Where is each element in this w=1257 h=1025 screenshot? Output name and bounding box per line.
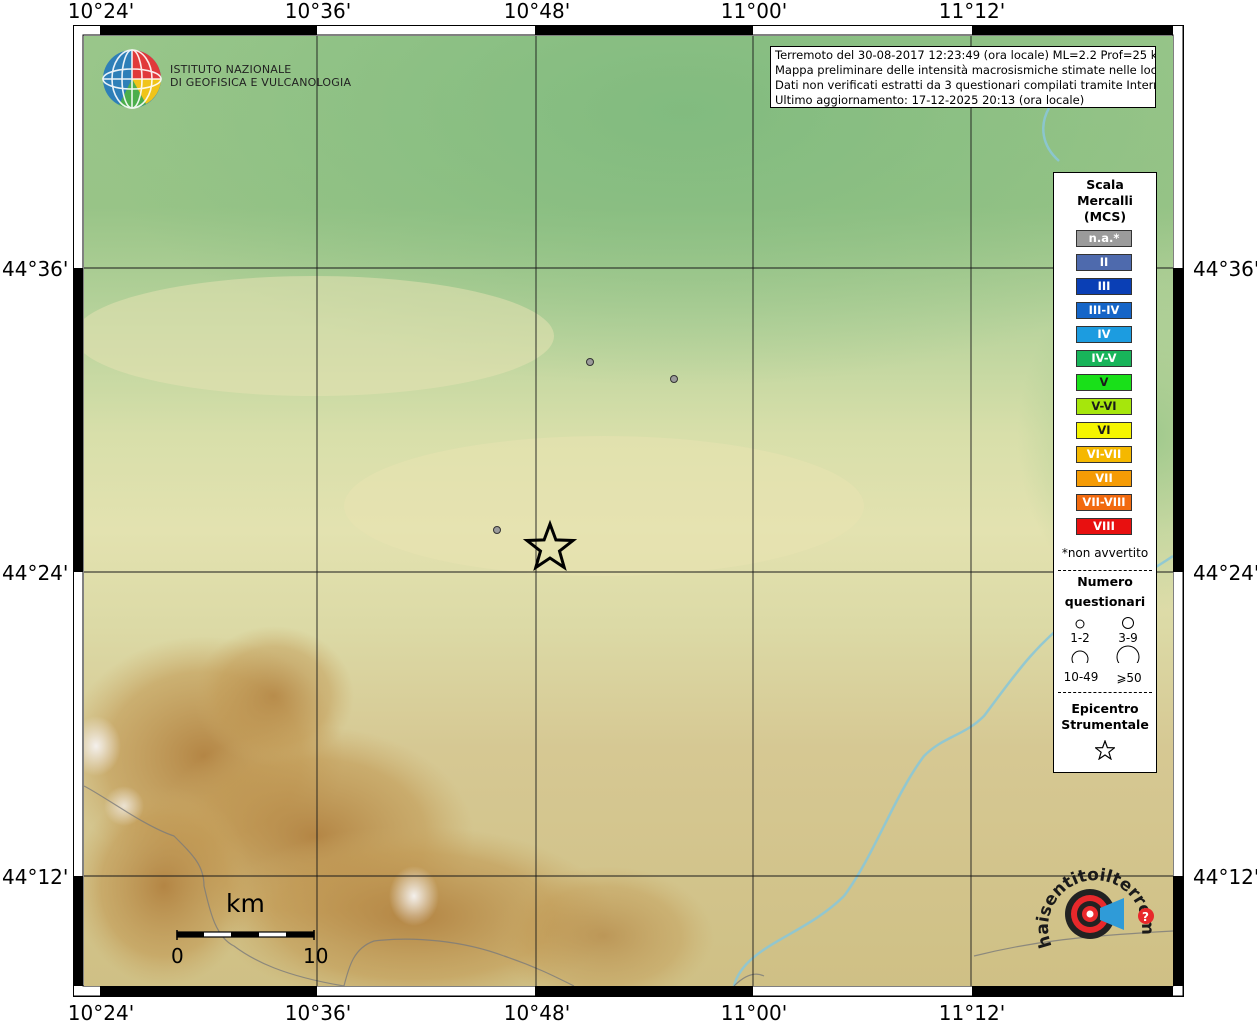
legend-swatch-9: VI — [1076, 422, 1132, 439]
legend-epicenter-1: Epicentro — [1071, 701, 1139, 716]
count-label-1: 1-2 — [1070, 631, 1090, 645]
info-line-3: Dati non verificati estratti da 3 questi… — [775, 78, 1156, 92]
ingv-line-1: ISTITUTO NAZIONALE — [170, 63, 292, 76]
coord-bottom-4: 11°00' — [720, 1001, 788, 1025]
legend-title-1: Scala — [1086, 177, 1124, 192]
scale-min: 0 — [171, 944, 184, 968]
coord-bottom-1: 10°24' — [67, 1001, 135, 1025]
terrain-layer — [84, 36, 1173, 986]
coord-top-3: 10°48' — [503, 0, 571, 23]
info-line-1: Terremoto del 30-08-2017 12:23:49 (ora l… — [775, 48, 1156, 62]
legend-swatch-10: VI-VII — [1076, 446, 1132, 463]
coord-right-1: 44°36' — [1193, 257, 1257, 281]
legend-swatch-5: IV — [1076, 326, 1132, 343]
info-line-2: Mappa preliminare delle intensità macros… — [775, 63, 1156, 77]
legend-swatch-6: IV-V — [1076, 350, 1132, 367]
observation-point-2[interactable] — [670, 375, 678, 383]
legend-swatch-7: V — [1076, 374, 1132, 391]
legend-not-felt: *non avvertito — [1061, 546, 1149, 560]
scale-bar: km 0 10 — [160, 888, 350, 978]
coord-bottom-2: 10°36' — [284, 1001, 352, 1025]
coord-top-2: 10°36' — [284, 0, 352, 23]
coord-top-4: 11°00' — [720, 0, 788, 23]
count-circle-xlarge-icon — [1116, 645, 1140, 663]
legend-swatch-2: II — [1076, 254, 1132, 271]
scale-bar-graphic — [176, 930, 315, 940]
coord-right-3: 44°12' — [1193, 865, 1257, 889]
legend-swatch-8: V-VI — [1076, 398, 1132, 415]
mcs-legend: Scala Mercalli (MCS) n.a.* II III III-IV IV I… — [1053, 172, 1157, 773]
coord-top-5: 11°12' — [938, 0, 1006, 23]
coord-bottom-5: 11°12' — [938, 1001, 1006, 1025]
coord-right-2: 44°24' — [1193, 561, 1257, 585]
legend-title-2: Mercalli — [1077, 193, 1133, 208]
haisentito-logo-icon: haisentitoilterremoto.it ? — [1032, 858, 1157, 950]
event-info-box: Terremoto del 30-08-2017 12:23:49 (ora l… — [770, 46, 1156, 108]
observation-point-3[interactable] — [493, 526, 501, 534]
coord-top-1: 10°24' — [67, 0, 135, 23]
coord-left-1: 44°36' — [2, 257, 69, 281]
coord-left-2: 44°24' — [2, 561, 69, 585]
legend-title-3: (MCS) — [1083, 209, 1127, 224]
count-label-3: 10-49 — [1063, 670, 1099, 684]
count-label-4: ⩾50 — [1116, 671, 1142, 685]
coord-left-3: 44°12' — [2, 865, 69, 889]
legend-epicenter-2: Strumentale — [1061, 717, 1149, 732]
count-circle-small-icon — [1075, 619, 1085, 629]
legend-swatch-4: III-IV — [1076, 302, 1132, 319]
legend-swatch-13: VIII — [1076, 518, 1132, 535]
legend-separator-1 — [1058, 570, 1152, 571]
svg-text:?: ? — [1142, 910, 1149, 924]
legend-separator-2 — [1058, 692, 1152, 693]
legend-swatch-1: n.a.* — [1076, 230, 1132, 247]
coord-bottom-3: 10°48' — [503, 1001, 571, 1025]
ingv-globe-logo-icon — [102, 49, 162, 109]
ingv-line-2: DI GEOFISICA E VULCANOLOGIA — [170, 76, 352, 89]
legend-swatch-11: VII — [1076, 470, 1132, 487]
count-circle-medium-icon — [1122, 617, 1134, 629]
legend-count-title-1: Numero — [1077, 574, 1133, 589]
legend-star-icon — [1095, 740, 1115, 760]
scale-max: 10 — [303, 944, 329, 968]
legend-swatch-12: VII-VIII — [1076, 494, 1132, 511]
info-line-4: Ultimo aggiornamento: 17-12-2025 20:13 (… — [775, 93, 1085, 107]
legend-count-title-2: questionari — [1064, 594, 1146, 609]
relief-map[interactable] — [84, 36, 1173, 986]
count-circle-large-icon — [1071, 650, 1089, 663]
count-label-2: 3-9 — [1118, 631, 1138, 645]
scale-unit: km — [226, 889, 265, 918]
observation-point-1[interactable] — [586, 358, 594, 366]
legend-swatch-3: III — [1076, 278, 1132, 295]
ingv-logo-text: ISTITUTO NAZIONALE DI GEOFISICA E VULCAN… — [170, 63, 351, 89]
